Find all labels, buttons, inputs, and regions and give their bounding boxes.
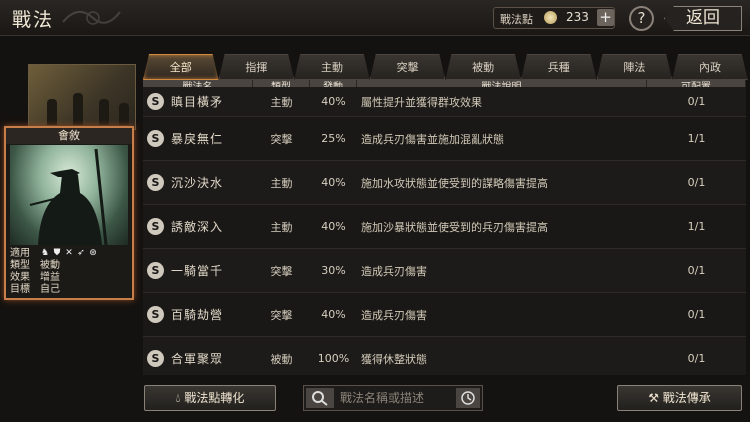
stat-target-value: 自己 <box>40 284 60 295</box>
stat-type-key: 類型 <box>10 260 30 271</box>
skill-name: 瞋目橫矛 <box>171 95 224 109</box>
warrior-art <box>10 145 128 245</box>
skills-list: S 瞋目橫矛 主動 40% 屬性提升並獲得群攻效果 0/1 S 暴戾無仁 突擊 25… <box>143 87 746 375</box>
skill-description: 獲得休整狀態 <box>361 352 427 366</box>
skill-type: 突擊 <box>270 132 293 146</box>
hammer-icon: ⚒︎ <box>648 391 659 405</box>
skill-rate: 40% <box>321 220 346 233</box>
table-row[interactable]: S 誘敵深入 主動 40% 施加沙暴狀態並使受到的兵刃傷害提高 1/1 <box>143 205 746 249</box>
tab-formation[interactable]: 陣法 <box>597 54 673 80</box>
s-rank-icon: S <box>147 174 164 191</box>
points-coin-icon <box>544 11 557 24</box>
search-input[interactable] <box>340 389 452 407</box>
help-button[interactable]: ? <box>629 6 654 31</box>
skill-card-stats: 適用 ♞ ⛊ ✕ ➶ ⊛ 類型 被動 效果 增益 目標 自己 <box>10 248 128 296</box>
crossed-swords-icon: ✕ <box>65 248 73 258</box>
skill-rate: 100% <box>317 352 350 365</box>
skill-rate: 30% <box>321 264 346 277</box>
skill-availability: 0/1 <box>687 95 706 108</box>
history-clock-icon[interactable] <box>456 388 480 408</box>
search-icon[interactable] <box>306 388 334 408</box>
skill-description: 造成兵刃傷害 <box>361 308 427 322</box>
skill-name: 誘敵深入 <box>171 220 224 234</box>
drop-icon: 💧︎ <box>175 391 181 405</box>
skill-type: 主動 <box>270 176 293 190</box>
strategy-points-value: 233 <box>566 10 589 24</box>
skill-rate: 25% <box>321 132 346 145</box>
skill-name: 合軍聚眾 <box>171 352 224 366</box>
skill-card-title: 會敘 <box>6 128 132 144</box>
s-rank-icon: S <box>147 306 164 323</box>
search-box <box>303 385 483 411</box>
s-rank-icon: S <box>147 262 164 279</box>
skill-type: 突擊 <box>270 308 293 322</box>
skills-table[interactable]: 戰法名 類型 發動 戰法說明 可配置 S瞋目橫矛 主動 40% 屬性提升並獲得群… <box>143 80 746 375</box>
warrior-silhouette-icon <box>29 148 108 245</box>
tab-assault[interactable]: 突擊 <box>370 54 446 80</box>
card-back-art <box>28 64 136 130</box>
strategy-points-label: 戰法點 <box>500 13 533 26</box>
table-row[interactable]: S 一騎當千 突擊 30% 造成兵刃傷害 0/1 <box>143 249 746 293</box>
tab-internal[interactable]: 內政 <box>672 54 748 80</box>
skill-description: 施加水攻狀態並使受到的謀略傷害提高 <box>361 176 548 190</box>
skill-inherit-button[interactable]: ⚒︎ 戰法傳承 <box>617 385 742 411</box>
stat-effect-value: 增益 <box>40 272 60 283</box>
skill-availability: 1/1 <box>687 132 706 145</box>
skill-availability: 0/1 <box>687 264 706 277</box>
table-row[interactable]: S 沉沙決水 主動 40% 施加水攻狀態並使受到的謀略傷害提高 0/1 <box>143 161 746 205</box>
stat-effect-key: 效果 <box>10 272 30 283</box>
tab-troop[interactable]: 兵種 <box>521 54 597 80</box>
s-rank-icon: S <box>147 350 164 367</box>
convert-points-label: 戰法點轉化 <box>184 391 245 405</box>
stat-applicable-key: 適用 <box>10 248 30 259</box>
tab-command[interactable]: 指揮 <box>219 54 295 80</box>
table-row[interactable]: S 百騎劫營 突擊 40% 造成兵刃傷害 0/1 <box>143 293 746 337</box>
bow-icon: ➶ <box>77 248 85 258</box>
stat-type-value: 被動 <box>40 260 60 271</box>
skill-description: 造成兵刃傷害並施加混亂狀態 <box>361 132 504 146</box>
skill-description: 屬性提升並獲得群攻效果 <box>361 95 482 109</box>
skill-rate: 40% <box>321 95 346 108</box>
tab-active[interactable]: 主動 <box>294 54 370 80</box>
skill-type: 突擊 <box>270 264 293 278</box>
skill-description: 造成兵刃傷害 <box>361 264 427 278</box>
tab-all[interactable]: 全部 <box>143 54 219 80</box>
skill-name: 一騎當千 <box>171 264 224 278</box>
skill-availability: 0/1 <box>687 176 706 189</box>
table-row[interactable]: S 合軍聚眾 被動 100% 獲得休整狀態 0/1 <box>143 337 746 375</box>
skill-type: 被動 <box>270 352 293 366</box>
shield-icon: ⛊ <box>53 248 61 258</box>
add-points-button[interactable]: + <box>597 9 614 26</box>
s-rank-icon: S <box>147 93 164 110</box>
skill-inherit-label: 戰法傳承 <box>662 391 711 405</box>
skill-name: 百騎劫營 <box>171 308 224 322</box>
skill-name: 暴戾無仁 <box>171 132 224 146</box>
skill-availability: 0/1 <box>687 352 706 365</box>
skill-name: 沉沙決水 <box>171 176 224 190</box>
skill-type: 主動 <box>270 95 293 109</box>
selected-skill-card[interactable]: 會敘 適用 ♞ ⛊ ✕ ➶ ⊛ 類型 被動 效果 增益 目標 自己 <box>4 126 134 300</box>
s-rank-icon: S <box>147 130 164 147</box>
skill-availability: 1/1 <box>687 220 706 233</box>
skill-description: 施加沙暴狀態並使受到的兵刃傷害提高 <box>361 220 548 234</box>
skill-rate: 40% <box>321 308 346 321</box>
page-title: 戰法 <box>12 9 55 31</box>
category-tabs: 全部 指揮 主動 突擊 被動 兵種 陣法 內政 <box>143 54 748 80</box>
decorative-cloud-icon <box>62 11 121 25</box>
table-row[interactable]: S 暴戾無仁 突擊 25% 造成兵刃傷害並施加混亂狀態 1/1 <box>143 117 746 161</box>
stat-target-key: 目標 <box>10 284 30 295</box>
wheel-icon: ⊛ <box>89 248 97 258</box>
tab-passive[interactable]: 被動 <box>445 54 521 80</box>
skill-type: 主動 <box>270 220 293 234</box>
s-rank-icon: S <box>147 218 164 235</box>
back-button[interactable]: 返回 <box>664 6 742 31</box>
table-row[interactable]: S 瞋目橫矛 主動 40% 屬性提升並獲得群攻效果 0/1 <box>143 87 746 117</box>
skill-availability: 0/1 <box>687 308 706 321</box>
convert-points-button[interactable]: 💧︎ 戰法點轉化 <box>144 385 276 411</box>
unit-type-icons: ♞ ⛊ ✕ ➶ ⊛ <box>40 248 98 260</box>
horse-icon: ♞ <box>40 248 50 258</box>
skill-rate: 40% <box>321 176 346 189</box>
